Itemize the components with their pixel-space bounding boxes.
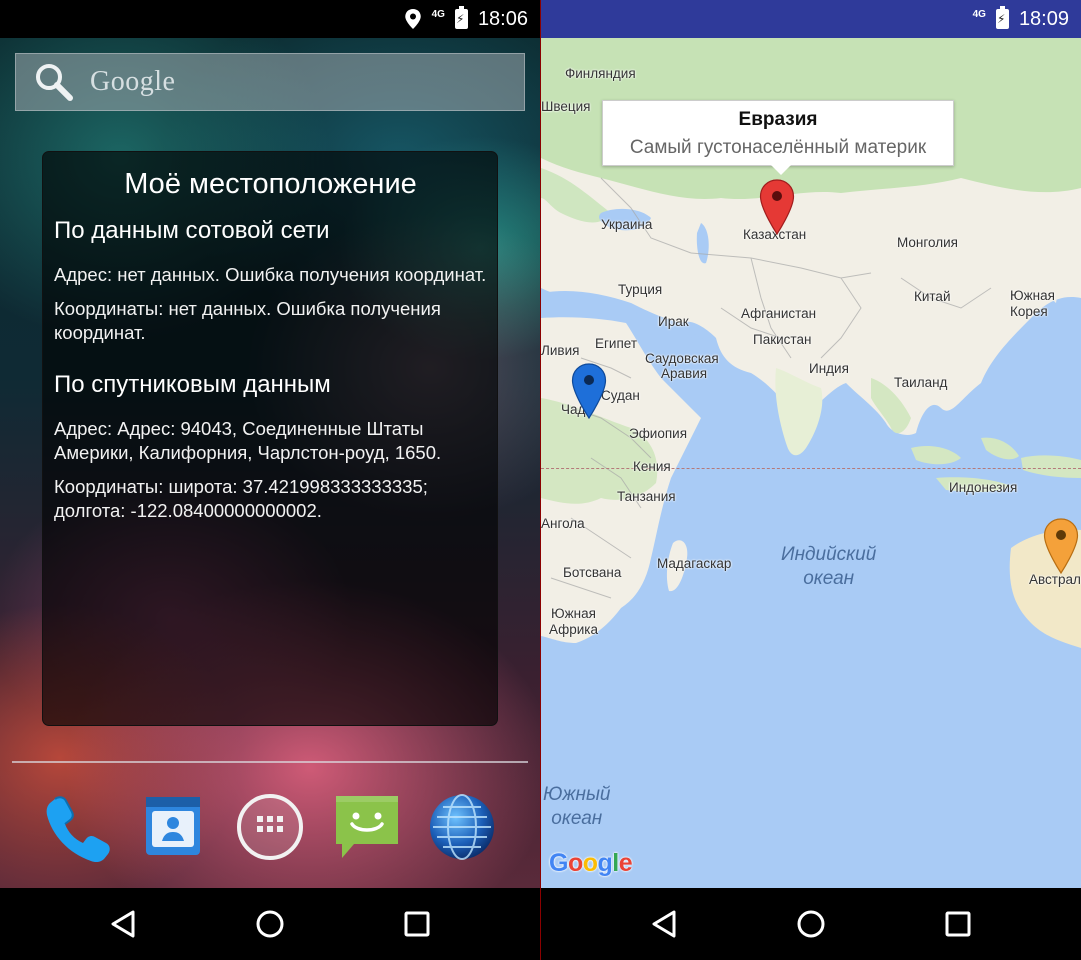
- gps-coordinates: Координаты: широта: 37.421998333333335; …: [54, 476, 428, 521]
- cell-address: Адрес: нет данных. Ошибка получения коор…: [54, 264, 487, 285]
- label-south-africa-2: Африка: [549, 622, 599, 637]
- label-pakistan: Пакистан: [753, 332, 812, 347]
- recents-icon: [404, 911, 430, 937]
- battery-charging-icon: [995, 6, 1009, 29]
- messaging-app-button[interactable]: [330, 790, 404, 864]
- home-icon: [797, 910, 825, 938]
- ocean-label-indian-2: океан: [803, 568, 855, 589]
- map-view[interactable]: Финляндия Швеция Украина Казахстан Монго…: [541, 38, 1081, 888]
- status-bar: 4G 18:06: [0, 0, 540, 38]
- location-icon: [404, 9, 421, 29]
- phone-icon: [46, 796, 110, 863]
- app-drawer-icon: [237, 794, 303, 860]
- recents-button[interactable]: [938, 904, 978, 944]
- search-icon: [36, 64, 73, 101]
- search-bar-label: Google: [90, 66, 176, 97]
- label-tanzania: Танзания: [617, 489, 676, 504]
- app-drawer-button[interactable]: [233, 790, 307, 864]
- dock: [0, 790, 540, 870]
- label-sweden: Швеция: [541, 99, 591, 114]
- label-egypt: Египет: [595, 336, 638, 351]
- browser-icon: [430, 794, 494, 860]
- label-mongolia: Монголия: [897, 235, 958, 250]
- label-botswana: Ботсвана: [563, 565, 622, 580]
- ocean-label-southern-2: океан: [551, 808, 603, 829]
- navigation-bar: [541, 888, 1081, 960]
- status-bar: 4G 18:09: [541, 0, 1081, 38]
- contacts-app-button[interactable]: [136, 790, 210, 864]
- google-logo: Google: [549, 849, 633, 877]
- contacts-icon: [146, 797, 200, 855]
- label-ukraine: Украина: [601, 217, 653, 232]
- network-type-label: 4G: [431, 8, 445, 20]
- recents-icon: [945, 911, 971, 937]
- label-saudi-arabia-1: Саудовская: [645, 351, 719, 366]
- label-south-korea-1: Южная: [1010, 288, 1055, 303]
- label-indonesia: Индонезия: [949, 480, 1018, 495]
- label-finland: Финляндия: [565, 66, 636, 81]
- messaging-icon: [336, 796, 398, 858]
- network-type-label: 4G: [972, 8, 986, 20]
- label-iraq: Ирак: [658, 314, 689, 329]
- label-angola: Ангола: [541, 516, 585, 531]
- browser-app-button[interactable]: [425, 790, 499, 864]
- label-australia: Австрал: [1029, 572, 1081, 587]
- label-turkey: Турция: [618, 282, 663, 297]
- label-afghanistan: Афганистан: [741, 306, 817, 321]
- label-libya: Ливия: [541, 343, 580, 358]
- ocean-label-indian-1: Индийский: [781, 544, 877, 565]
- back-button[interactable]: [103, 904, 143, 944]
- map-screen: 4G 18:09: [541, 0, 1081, 960]
- marker-eurasia-icon[interactable]: [759, 179, 795, 235]
- gps-address: Адрес: Адрес: 94043, Соединенные Штаты А…: [54, 418, 442, 463]
- home-icon: [256, 910, 284, 938]
- home-screen: 4G 18:06 Google Моё местоположение По да…: [0, 0, 540, 960]
- clock: 18:06: [477, 7, 528, 30]
- label-ethiopia: Эфиопия: [629, 426, 688, 441]
- phone-app-button[interactable]: [40, 790, 114, 864]
- back-icon: [111, 910, 135, 938]
- clock: 18:09: [1018, 7, 1069, 30]
- battery-charging-icon: [454, 6, 468, 29]
- back-icon: [652, 910, 676, 938]
- location-widget[interactable]: Моё местоположение По данным сотовой сет…: [42, 151, 498, 726]
- ocean-label-southern-1: Южный: [543, 784, 611, 805]
- back-button[interactable]: [644, 904, 684, 944]
- equator-line: [541, 468, 1081, 469]
- widget-title: Моё местоположение: [124, 168, 417, 200]
- label-madagascar: Мадагаскар: [657, 556, 732, 571]
- label-india: Индия: [809, 361, 849, 376]
- label-saudi-arabia-2: Аравия: [661, 366, 708, 381]
- cell-section-heading: По данным сотовой сети: [54, 217, 330, 244]
- marker-africa-icon[interactable]: [571, 363, 607, 419]
- cell-coordinates: Координаты: нет данных. Ошибка получения…: [54, 298, 441, 343]
- navigation-bar: [0, 888, 540, 960]
- label-china: Китай: [914, 289, 951, 304]
- label-thailand: Таиланд: [894, 375, 948, 390]
- label-south-africa-1: Южная: [551, 606, 596, 621]
- marker-australia-icon[interactable]: [1043, 518, 1079, 574]
- google-search-bar[interactable]: Google: [15, 53, 525, 111]
- gps-section-heading: По спутниковым данным: [54, 371, 331, 398]
- home-button[interactable]: [250, 904, 290, 944]
- marker-info-window[interactable]: Евразия Самый густонаселённый материк: [602, 100, 954, 175]
- label-south-korea-2: Корея: [1010, 304, 1048, 319]
- info-window-snippet: Самый густонаселённый материк: [629, 137, 927, 158]
- ocean-label-southern: Южный океан: [543, 783, 611, 831]
- info-window-title: Евразия: [738, 109, 818, 130]
- dock-divider: [12, 761, 528, 763]
- label-kenya: Кения: [633, 459, 671, 474]
- home-button[interactable]: [791, 904, 831, 944]
- ocean-label-indian: Индийский океан: [781, 543, 876, 591]
- recents-button[interactable]: [397, 904, 437, 944]
